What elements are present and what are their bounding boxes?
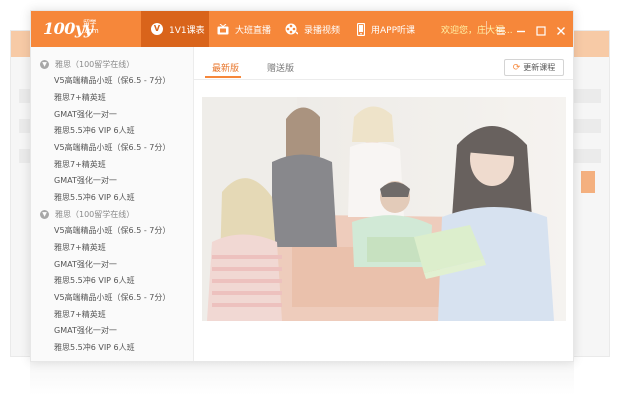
phone-icon bbox=[357, 22, 365, 36]
divider bbox=[486, 21, 487, 35]
nav-label: 用APP听课 bbox=[371, 25, 416, 36]
sidebar-course-item[interactable]: 雅思7+精英班 bbox=[54, 92, 106, 103]
window-controls bbox=[486, 21, 567, 36]
active-tab-indicator bbox=[205, 76, 241, 78]
nav-label: 大班直播 bbox=[235, 25, 272, 36]
sidebar-course-item[interactable]: 雅思7+精英班 bbox=[54, 309, 106, 320]
nav-recorded-video[interactable]: 录播视频 bbox=[285, 11, 340, 47]
sidebar-course-item[interactable]: 雅思5.5冲6 VIP 6人班 bbox=[54, 342, 135, 353]
sidebar-group-header[interactable]: ▼ 雅思（100留学在线） bbox=[40, 209, 134, 220]
chevron-down-icon: ▼ bbox=[40, 60, 49, 69]
sidebar-course-item[interactable]: GMAT强化一对一 bbox=[54, 259, 117, 270]
background-button bbox=[581, 171, 595, 193]
sidebar-course-item[interactable]: V5高端精品小班（保6.5 - 7分） bbox=[54, 142, 170, 153]
close-icon[interactable] bbox=[555, 22, 567, 35]
button-label: 更新课程 bbox=[523, 63, 556, 72]
sidebar-course-item[interactable]: GMAT强化一对一 bbox=[54, 325, 117, 336]
maximize-icon[interactable] bbox=[535, 22, 547, 36]
tab-gift-version[interactable]: 赠送版 bbox=[267, 61, 294, 74]
sidebar-course-item[interactable]: 雅思7+精英班 bbox=[54, 159, 106, 170]
refresh-icon: ⟳ bbox=[512, 62, 521, 73]
tab-latest-version[interactable]: 最新版 bbox=[212, 61, 239, 74]
sidebar-course-item[interactable]: 雅思5.5冲6 VIP 6人班 bbox=[54, 275, 135, 286]
sidebar-course-item[interactable]: GMAT强化一对一 bbox=[54, 175, 117, 186]
nav-live-class[interactable]: 大班直播 bbox=[217, 11, 271, 47]
sidebar-course-item[interactable]: V5高端精品小班（保6.5 - 7分） bbox=[54, 75, 170, 86]
sidebar-course-item[interactable]: 雅思5.5冲6 VIP 6人班 bbox=[54, 125, 135, 136]
group-title: 雅思（100留学在线） bbox=[55, 210, 135, 219]
chevron-down-icon: ▼ bbox=[40, 210, 49, 219]
nav-app-listen[interactable]: 用APP听课 bbox=[357, 11, 415, 47]
main-window: 100yy 留学 .com V 1V1课表 大班直播 录播视频 用APP听课 欢迎… bbox=[30, 10, 574, 362]
group-title: 雅思（100留学在线） bbox=[55, 60, 135, 69]
nav-1v1-schedule[interactable]: V 1V1课表 bbox=[141, 11, 209, 47]
menu-icon[interactable] bbox=[495, 22, 507, 35]
minimize-icon[interactable] bbox=[515, 22, 527, 34]
tv-icon bbox=[217, 23, 229, 35]
title-bar: 100yy 留学 .com V 1V1课表 大班直播 录播视频 用APP听课 欢迎… bbox=[31, 11, 573, 47]
sidebar-course-item[interactable]: 雅思5.5冲6 VIP 6人班 bbox=[54, 192, 135, 203]
sidebar-group-header[interactable]: ▼ 雅思（100留学在线） bbox=[40, 59, 134, 70]
banner-photo bbox=[202, 97, 566, 321]
sidebar-course-item[interactable]: V5高端精品小班（保6.5 - 7分） bbox=[54, 292, 170, 303]
course-sidebar: ▼ 雅思（100留学在线） V5高端精品小班（保6.5 - 7分） 雅思7+精英… bbox=[31, 47, 194, 361]
film-reel-icon bbox=[285, 23, 298, 35]
v-circle-icon: V bbox=[151, 23, 163, 35]
sidebar-course-item[interactable]: V5高端精品小班（保6.5 - 7分） bbox=[54, 225, 170, 236]
app-logo: 100yy 留学 .com bbox=[43, 19, 99, 38]
sidebar-course-item[interactable]: 雅思7+精英班 bbox=[54, 242, 106, 253]
sidebar-course-item[interactable]: GMAT强化一对一 bbox=[54, 109, 117, 120]
nav-label: 1V1课表 bbox=[169, 25, 205, 36]
nav-label: 录播视频 bbox=[304, 25, 341, 36]
update-courses-button[interactable]: ⟳ 更新课程 bbox=[504, 59, 564, 76]
